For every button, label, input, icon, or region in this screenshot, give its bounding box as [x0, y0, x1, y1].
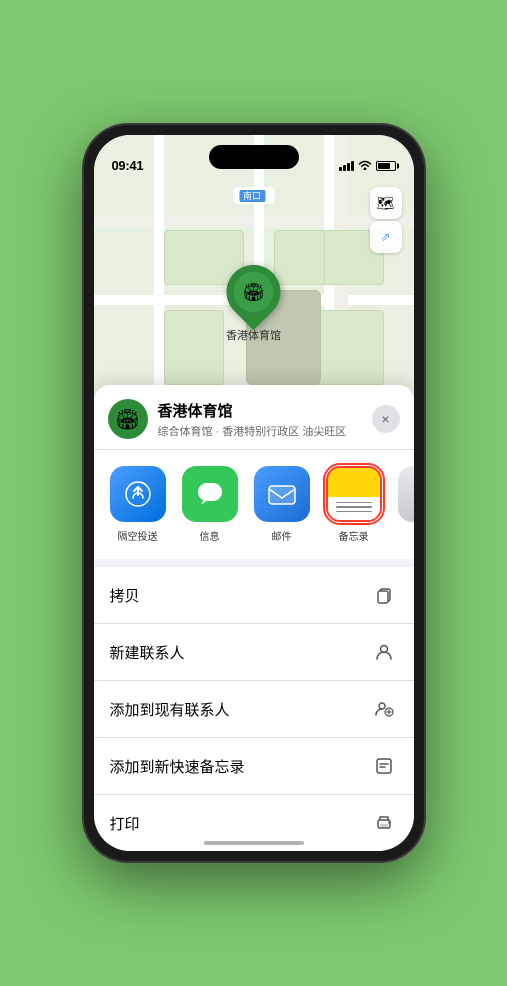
- messages-icon: [182, 466, 238, 522]
- more-icon: [398, 466, 414, 522]
- notes-icon: [326, 466, 382, 522]
- menu-item-copy[interactable]: 拷贝: [94, 567, 414, 624]
- location-pin-container: 🏟 香港体育馆: [226, 265, 281, 343]
- home-indicator: [204, 841, 304, 845]
- map-view-button[interactable]: 🗺: [370, 187, 402, 219]
- location-pin: 🏟: [215, 254, 291, 330]
- share-item-airdrop[interactable]: 隔空投送: [106, 466, 170, 543]
- venue-icon: 🏟: [108, 399, 148, 439]
- add-existing-label: 添加到现有联系人: [110, 699, 230, 720]
- add-note-icon: [370, 752, 398, 780]
- dynamic-island: [209, 145, 299, 169]
- notes-label: 备忘录: [339, 528, 369, 543]
- copy-label: 拷贝: [110, 585, 140, 606]
- new-contact-label: 新建联系人: [110, 642, 185, 663]
- map-controls: 🗺 ⇗: [370, 187, 402, 253]
- menu-item-add-note[interactable]: 添加到新快速备忘录: [94, 738, 414, 795]
- venue-name: 香港体育馆: [158, 400, 372, 421]
- share-item-mail[interactable]: 邮件: [250, 466, 314, 543]
- venue-subtitle: 综合体育馆 · 香港特别行政区 油尖旺区: [158, 423, 372, 439]
- copy-icon: [370, 581, 398, 609]
- map-area-label: 南口: [233, 187, 274, 204]
- wifi-icon: [358, 159, 372, 173]
- share-item-more[interactable]: 推: [394, 466, 414, 543]
- bottom-sheet: 🏟 香港体育馆 综合体育馆 · 香港特别行政区 油尖旺区 ×: [94, 385, 414, 851]
- mail-label: 邮件: [272, 528, 292, 543]
- airdrop-label: 隔空投送: [118, 528, 158, 543]
- menu-item-new-contact[interactable]: 新建联系人: [94, 624, 414, 681]
- battery-icon: [376, 161, 396, 171]
- share-item-messages[interactable]: 信息: [178, 466, 242, 543]
- add-existing-icon: [370, 695, 398, 723]
- add-note-label: 添加到新快速备忘录: [110, 756, 245, 777]
- share-item-notes[interactable]: 备忘录: [322, 466, 386, 543]
- notes-lines: [336, 502, 372, 513]
- menu-item-add-existing[interactable]: 添加到现有联系人: [94, 681, 414, 738]
- messages-label: 信息: [200, 528, 220, 543]
- sheet-header: 🏟 香港体育馆 综合体育馆 · 香港特别行政区 油尖旺区 ×: [94, 385, 414, 450]
- print-icon: [370, 809, 398, 837]
- status-icons: [339, 159, 396, 173]
- phone-screen: 09:41: [94, 135, 414, 851]
- venue-pin-icon: 🏟: [234, 272, 274, 312]
- venue-info: 香港体育馆 综合体育馆 · 香港特别行政区 油尖旺区: [158, 400, 372, 439]
- status-time: 09:41: [112, 158, 144, 173]
- phone-frame: 09:41: [84, 125, 424, 861]
- mail-icon: [254, 466, 310, 522]
- new-contact-icon: [370, 638, 398, 666]
- location-button[interactable]: ⇗: [370, 221, 402, 253]
- airdrop-icon: [110, 466, 166, 522]
- print-label: 打印: [110, 813, 140, 834]
- share-row: 隔空投送 信息: [94, 450, 414, 567]
- menu-list: 拷贝 新建联系人: [94, 567, 414, 851]
- close-button[interactable]: ×: [372, 405, 400, 433]
- signal-icon: [339, 161, 354, 171]
